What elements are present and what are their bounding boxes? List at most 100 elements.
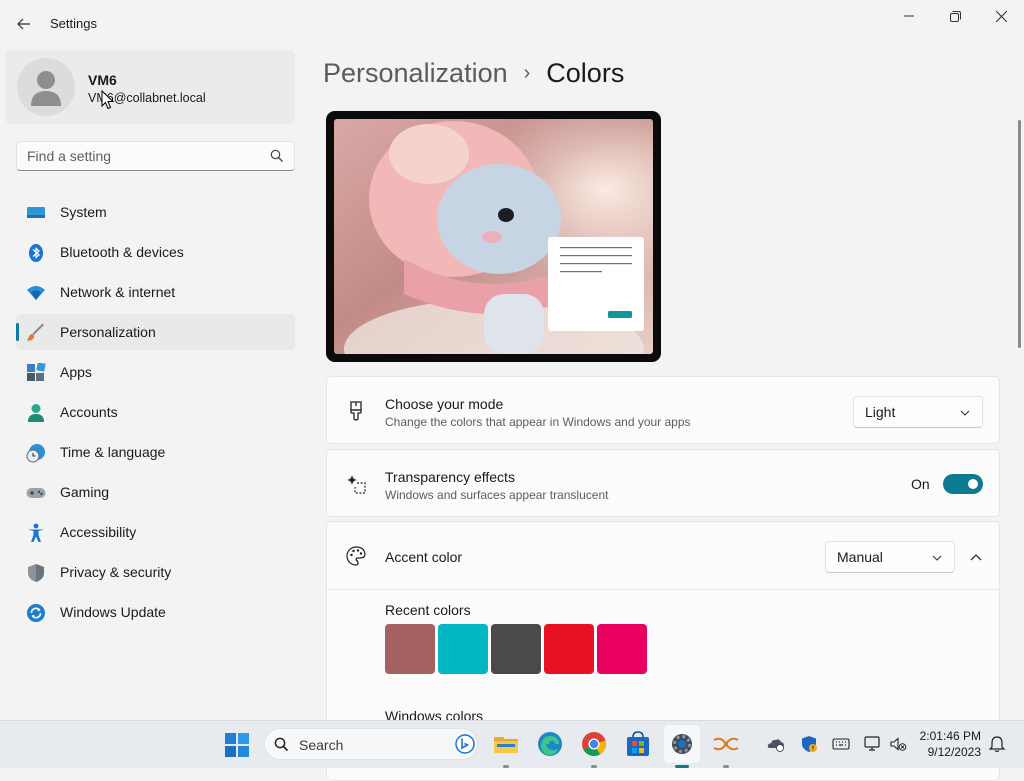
mouse-cursor-icon: [101, 90, 115, 110]
sidebar-item-label: System: [60, 204, 107, 220]
accent-dropdown[interactable]: Manual: [825, 541, 955, 573]
sidebar-item-time-language[interactable]: Time & language: [16, 434, 295, 470]
sidebar-item-apps[interactable]: Apps: [16, 354, 295, 390]
arrow-left-icon: [17, 18, 30, 30]
recent-color-swatch[interactable]: [544, 624, 594, 674]
accent-collapse-button[interactable]: [963, 544, 989, 570]
notification-bell-icon[interactable]: [988, 735, 1006, 753]
accessibility-icon: [28, 523, 44, 542]
page-title: Colors: [546, 58, 625, 88]
toggle-knob: [968, 479, 978, 489]
start-icon[interactable]: [225, 733, 249, 757]
accounts-icon: [28, 404, 44, 422]
edge-icon[interactable]: [537, 731, 563, 757]
keyboard-icon[interactable]: [832, 735, 850, 753]
store-icon[interactable]: [625, 731, 651, 757]
breadcrumb-separator: ›: [523, 62, 531, 84]
search-icon: [274, 737, 289, 752]
sidebar-item-label: Windows Update: [60, 604, 166, 620]
clock-date: 9/12/2023: [927, 745, 981, 759]
transparency-toggle[interactable]: [943, 474, 983, 494]
theme-preview: [326, 111, 661, 362]
restore-button[interactable]: [932, 0, 978, 32]
avatar: [17, 58, 75, 116]
search-icon[interactable]: [270, 149, 284, 163]
sidebar-item-windows-update[interactable]: Windows Update: [16, 594, 295, 630]
sidebar-item-label: Network & internet: [60, 284, 176, 300]
sidebar-item-bluetooth[interactable]: Bluetooth & devices: [16, 234, 295, 270]
apps-icon: [27, 363, 46, 381]
desktop-preview-image: [334, 119, 653, 354]
sidebar-item-label: Privacy & security: [60, 564, 172, 580]
gamepad-icon: [26, 488, 46, 498]
sidebar-item-system[interactable]: System: [16, 194, 295, 230]
settings-icon[interactable]: [669, 731, 695, 757]
display-icon[interactable]: [864, 735, 882, 753]
file-explorer-icon[interactable]: [493, 731, 519, 757]
mode-subtitle: Change the colors that appear in Windows…: [385, 415, 691, 429]
sidebar-item-label: Time & language: [60, 444, 166, 460]
recent-color-swatch[interactable]: [385, 624, 435, 674]
accent-dropdown-value: Manual: [837, 549, 883, 565]
recent-color-swatch[interactable]: [491, 624, 541, 674]
minimize-button[interactable]: [886, 0, 932, 32]
recent-color-swatch[interactable]: [438, 624, 488, 674]
taskbar-search-label: Search: [299, 737, 344, 753]
system-monitor-icon: [27, 207, 45, 218]
taskbar-search-box[interactable]: Search: [264, 728, 478, 760]
sidebar-item-accounts[interactable]: Accounts: [16, 394, 295, 430]
profile-name: VM6: [88, 72, 117, 88]
mode-dropdown-value: Light: [865, 404, 896, 420]
mode-card: Choose your mode Change the colors that …: [326, 376, 1000, 444]
time-language-icon: [26, 444, 45, 463]
onedrive-sync-icon[interactable]: [767, 735, 785, 753]
clock-time: 2:01:46 PM: [919, 729, 981, 743]
transparency-subtitle: Windows and surfaces appear translucent: [385, 488, 609, 502]
sidebar-nav: System Bluetooth & devices Network & int…: [16, 194, 295, 634]
sidebar-item-label: Accounts: [60, 404, 118, 420]
user-profile[interactable]: VM6 VM6@collabnet.local: [5, 50, 295, 124]
bing-icon: [455, 734, 475, 754]
transparency-card: Transparency effects Windows and surface…: [326, 449, 1000, 517]
paint-brush-icon: [350, 401, 362, 421]
system-clock[interactable]: 2:01:46 PM 9/12/2023: [905, 728, 981, 760]
sidebar-item-label: Gaming: [60, 484, 110, 500]
sidebar-item-label: Personalization: [60, 324, 156, 340]
network-app-icon[interactable]: [713, 731, 739, 757]
accent-divider: [327, 589, 999, 590]
sidebar-item-network[interactable]: Network & internet: [16, 274, 295, 310]
mode-title: Choose your mode: [385, 396, 504, 412]
recent-color-swatch[interactable]: [597, 624, 647, 674]
mode-dropdown[interactable]: Light: [853, 396, 983, 428]
paintbrush-icon: [27, 323, 44, 341]
security-shield-icon[interactable]: [800, 735, 818, 753]
taskbar: Search 2:01:46 PM 9/12/2023: [0, 720, 1024, 768]
bluetooth-icon: [29, 244, 43, 262]
content-scrollbar[interactable]: [1018, 120, 1021, 348]
user-silhouette-icon: [31, 71, 61, 106]
wifi-icon: [27, 286, 45, 300]
sidebar-item-gaming[interactable]: Gaming: [16, 474, 295, 510]
transparency-sparkle-icon: [347, 475, 366, 494]
close-button[interactable]: [978, 0, 1024, 32]
windows-update-icon: [27, 604, 45, 622]
back-button[interactable]: [10, 10, 38, 38]
chrome-icon[interactable]: [581, 731, 607, 757]
sidebar-item-accessibility[interactable]: Accessibility: [16, 514, 295, 550]
search-input[interactable]: [27, 142, 262, 170]
settings-search-box[interactable]: [16, 141, 295, 171]
breadcrumb: Personalization › Colors: [323, 58, 624, 89]
breadcrumb-parent[interactable]: Personalization: [323, 58, 508, 88]
transparency-state-label: On: [911, 476, 930, 492]
chevron-up-icon: [970, 554, 982, 561]
accent-title: Accent color: [385, 549, 463, 565]
sidebar-item-label: Apps: [60, 364, 92, 380]
sidebar-item-label: Accessibility: [60, 524, 137, 540]
sidebar-item-personalization[interactable]: Personalization: [16, 314, 295, 350]
sidebar-item-privacy-security[interactable]: Privacy & security: [16, 554, 295, 590]
restore-icon: [949, 10, 961, 22]
app-title: Settings: [50, 16, 97, 31]
shield-icon: [28, 564, 44, 582]
palette-icon: [346, 546, 366, 566]
recent-colors-label: Recent colors: [385, 602, 471, 618]
